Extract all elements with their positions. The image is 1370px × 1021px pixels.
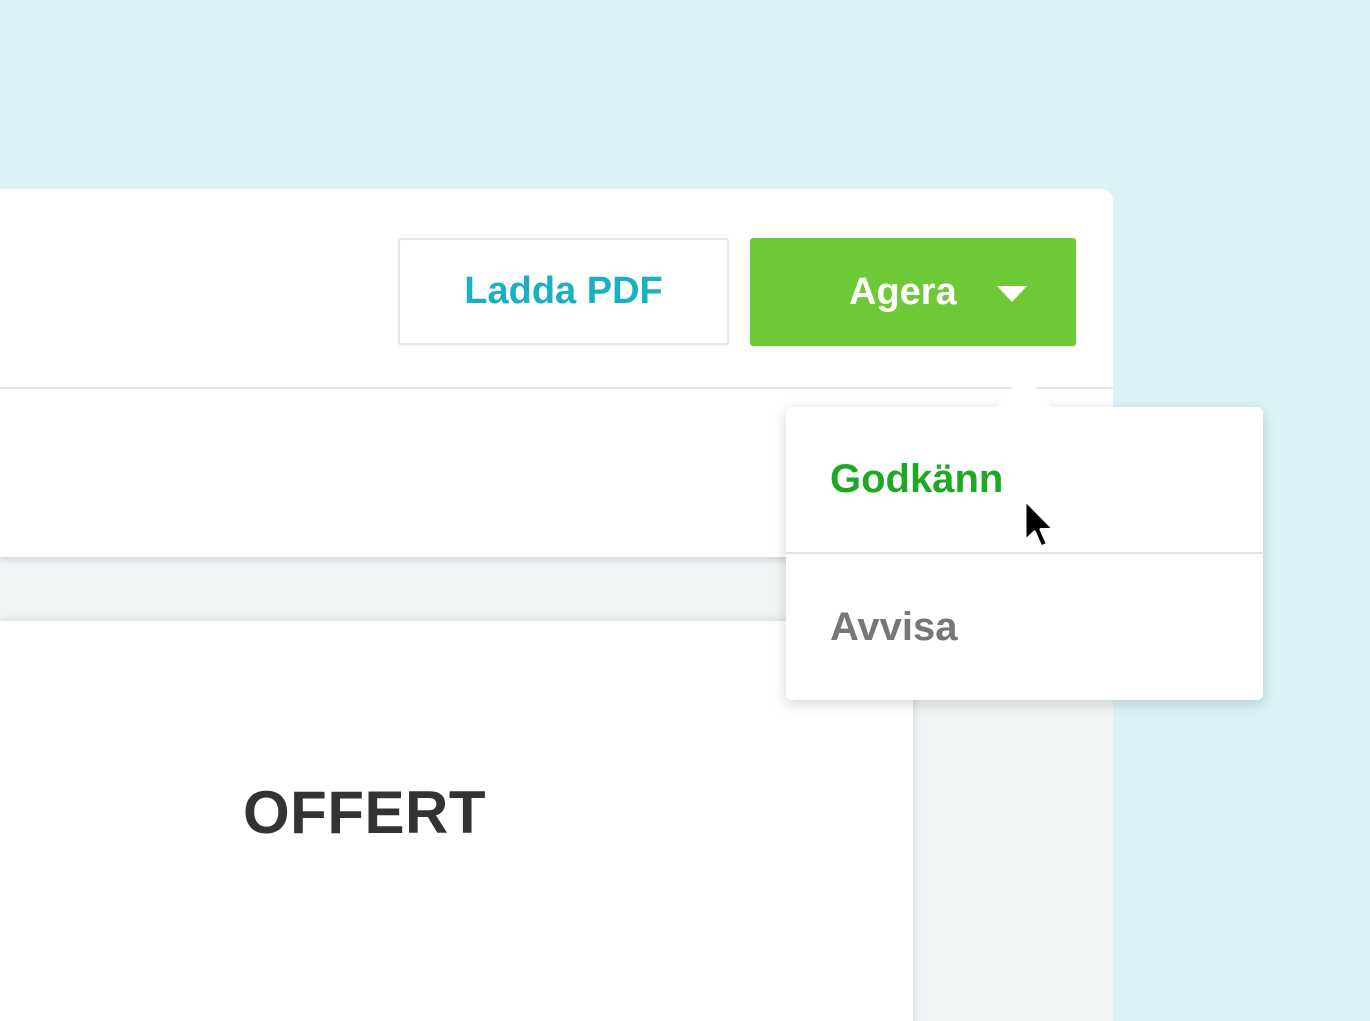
- document-title: OFFERT: [243, 779, 486, 846]
- dropdown-arrow: [996, 374, 1052, 408]
- menu-item-reject[interactable]: Avvisa: [786, 555, 1263, 700]
- caret-down-icon: [997, 286, 1027, 302]
- menu-item-approve-label: Godkänn: [830, 457, 1004, 501]
- action-dropdown-button[interactable]: Agera: [750, 238, 1076, 346]
- mouse-pointer-icon: [1023, 498, 1056, 549]
- toolbar: Ladda PDF Agera: [0, 189, 1113, 387]
- download-pdf-button[interactable]: Ladda PDF: [398, 238, 729, 345]
- document-page: OFFERT: [0, 621, 913, 1021]
- action-label: Agera: [849, 271, 957, 313]
- action-dropdown-menu: Godkänn Avvisa: [786, 374, 1263, 700]
- download-pdf-label: Ladda PDF: [464, 270, 663, 312]
- menu-item-reject-label: Avvisa: [830, 605, 958, 649]
